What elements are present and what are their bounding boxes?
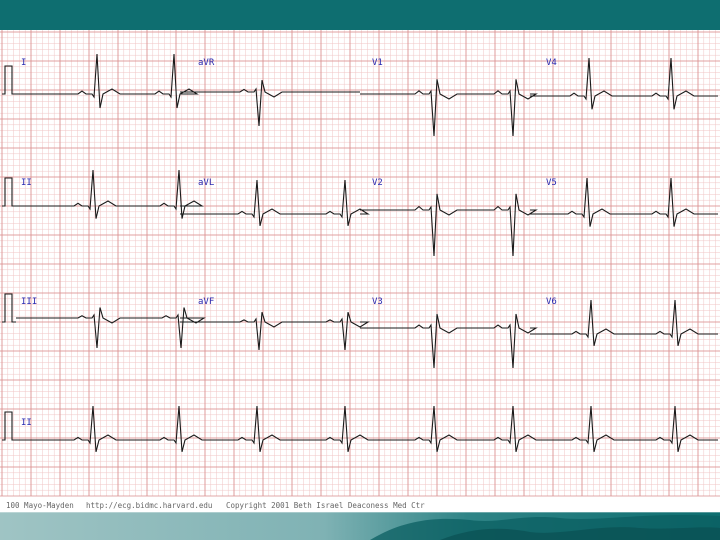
header-bar [0,0,720,30]
grid-major [0,30,720,497]
lead-label-i: I [21,58,26,68]
footer-right-text: Copyright 2001 Beth Israel Deaconess Med… [226,501,425,510]
decorative-wave-graphic [0,511,720,540]
footer-left-text: 100 Mayo-Mayden [6,501,74,510]
lead-label-iii: III [21,297,37,307]
lead-label-v3: V3 [372,297,383,307]
lead-label-v1: V1 [372,58,383,68]
grid-minor [0,30,720,496]
ecg-strip: I aVR V1 V4 II aVL V2 V5 III aVF V3 V6 I… [0,30,720,512]
lead-label-v6: V6 [546,297,557,307]
trace-rhythm-ii [16,405,718,453]
calibration-pulse-row2 [2,177,16,207]
lead-label-avl: aVL [198,178,214,188]
trace-lead-v6 [530,299,718,347]
trace-lead-v5 [530,177,718,227]
lead-label-rhythm-ii: II [21,418,32,428]
lead-label-avr: aVR [198,58,215,68]
lead-label-v5: V5 [546,178,557,188]
lead-label-ii: II [21,178,32,188]
footer-middle-text: http://ecg.bidmc.harvard.edu [86,501,212,510]
calibration-pulse-row3 [2,293,16,323]
lead-label-v2: V2 [372,178,383,188]
lead-label-v4: V4 [546,58,557,68]
lead-label-avf: aVF [198,297,214,307]
decorative-bottom-band [0,511,720,540]
calibration-pulse-row4 [2,411,16,441]
ecg-chart: I aVR V1 V4 II aVL V2 V5 III aVF V3 V6 I… [0,30,720,510]
trace-lead-avf [180,312,370,351]
